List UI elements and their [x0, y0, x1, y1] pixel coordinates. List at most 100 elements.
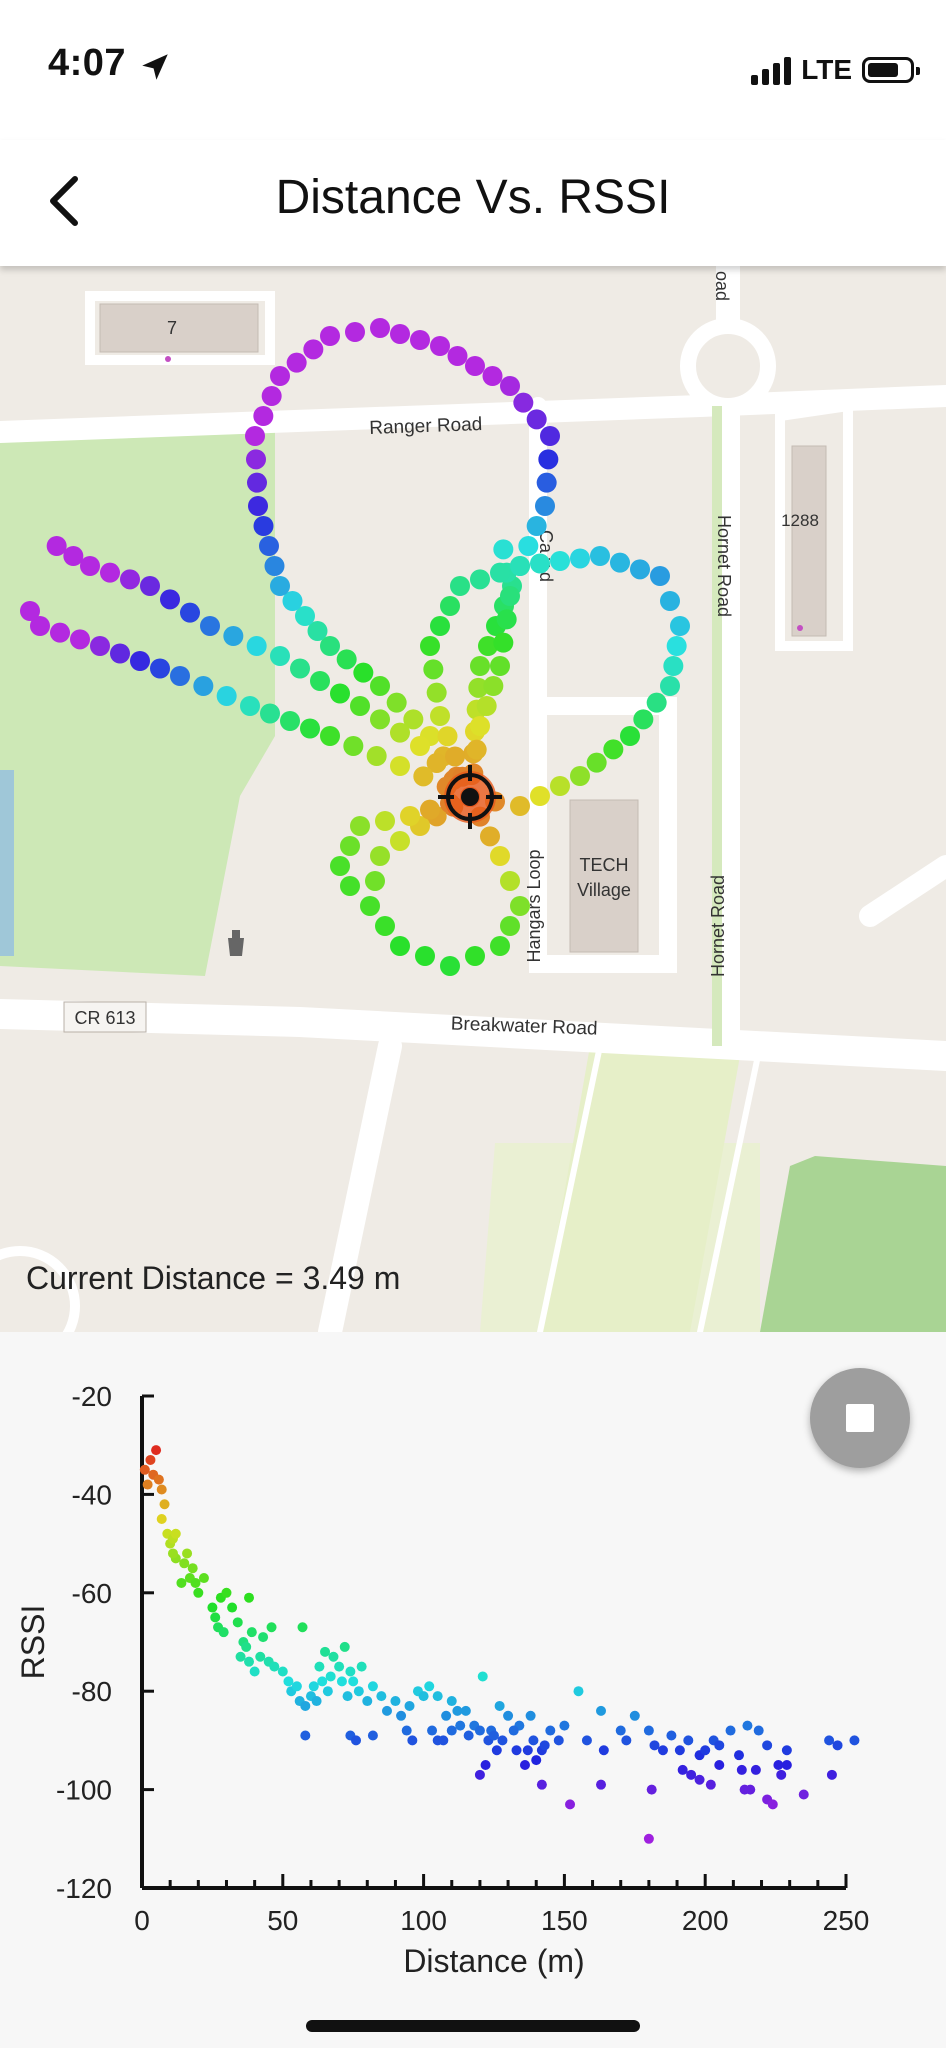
track-point [180, 602, 200, 623]
scatter-point [432, 1691, 443, 1702]
tower-icon [228, 930, 244, 956]
scatter-point [666, 1730, 677, 1741]
map-label-tech-village-2: Village [577, 880, 631, 900]
y-tick-label: -20 [72, 1381, 112, 1412]
track-point [630, 559, 650, 580]
chart-panel: 0 50 100 150 200 250 -20 -40 -60 -80 -100 -120 Dista… [0, 1332, 946, 2048]
scatter-point [736, 1764, 747, 1775]
track-point [420, 799, 440, 820]
status-bar: 4:07 LTE [0, 0, 946, 140]
scatter-point [308, 1681, 319, 1692]
track-point [390, 756, 410, 776]
scatter-point [353, 1686, 364, 1697]
track-point [570, 548, 590, 569]
scatter-point [151, 1445, 162, 1456]
track-point [345, 322, 365, 342]
track-point [290, 658, 310, 679]
track-point [445, 746, 465, 767]
track-point [510, 796, 530, 816]
scatter-point [244, 1656, 255, 1667]
track-point [500, 871, 520, 891]
track-point [50, 622, 70, 643]
scatter-point [193, 1587, 204, 1598]
track-point [610, 552, 630, 573]
scatter-point [159, 1499, 170, 1510]
track-point [510, 556, 530, 576]
track-point [500, 916, 520, 936]
track-point [426, 682, 447, 703]
track-point [526, 516, 547, 536]
scatter-point [427, 1725, 438, 1736]
track-point [490, 656, 510, 676]
scatter-point [235, 1651, 246, 1662]
track-point [390, 831, 410, 851]
track-point [513, 392, 534, 413]
scatter-point [581, 1735, 592, 1746]
track-point [320, 326, 340, 346]
y-tick-label: -120 [56, 1873, 112, 1904]
scatter-point [322, 1686, 333, 1697]
x-tick-label: 100 [400, 1905, 447, 1936]
scatter-point [646, 1784, 657, 1795]
track-point [500, 376, 520, 396]
map-label-hornet-road-1: Hornet Road [714, 515, 734, 617]
scatter-point [396, 1710, 407, 1721]
scatter-point [776, 1769, 787, 1780]
track-point [490, 936, 510, 956]
track-point [270, 576, 290, 596]
track-point [496, 609, 517, 630]
scatter-point [297, 1622, 308, 1633]
track-point [666, 636, 687, 656]
scatter-point [528, 1735, 539, 1746]
location-arrow-icon [142, 54, 168, 80]
scatter-point [781, 1745, 792, 1756]
current-distance-label: Current Distance = 3.49 m [26, 1260, 401, 1296]
scatter-point [714, 1760, 725, 1770]
scatter-point [182, 1548, 193, 1559]
track-point [350, 696, 370, 716]
track-point [280, 711, 300, 731]
stop-button[interactable] [810, 1368, 910, 1468]
scatter-point [418, 1691, 429, 1702]
track-point [650, 566, 670, 586]
track-point [663, 656, 684, 676]
scatter-point [404, 1700, 415, 1711]
scatter-point [142, 1479, 153, 1490]
track-point [483, 676, 504, 696]
track-point [375, 916, 395, 936]
track-point [370, 676, 390, 696]
scatter-point [519, 1760, 530, 1770]
scatter-point [629, 1710, 640, 1721]
track-point [586, 752, 607, 773]
scatter-point [832, 1740, 843, 1751]
scatter-point [531, 1755, 542, 1766]
track-point [259, 536, 279, 556]
scatter-point [745, 1784, 756, 1795]
track-point [286, 352, 307, 373]
scatter-point [356, 1661, 367, 1672]
status-indicators: LTE [751, 50, 920, 90]
scatter-point [376, 1691, 387, 1702]
track-point [530, 786, 550, 806]
y-axis-label: RSSI [15, 1605, 51, 1680]
track-point [415, 946, 435, 966]
track-point [470, 716, 490, 736]
track-point [370, 709, 390, 730]
track-point [20, 601, 40, 621]
scatter-point [156, 1514, 167, 1524]
x-tick-label: 0 [134, 1905, 150, 1936]
map-view[interactable]: 7 Ranger Road 1288 TECH Village Breakwat… [0, 266, 946, 1332]
scatter-point [750, 1764, 761, 1775]
scatter-point [367, 1681, 378, 1692]
scatter-point [553, 1735, 564, 1746]
track-point [360, 896, 380, 916]
scatter-point [463, 1730, 474, 1741]
scatter-point [596, 1779, 607, 1790]
scatter-point [494, 1700, 505, 1711]
track-point [80, 556, 100, 576]
track-point [493, 632, 514, 653]
track-point [430, 706, 450, 726]
scatter-point [474, 1769, 485, 1780]
track-point [420, 636, 440, 656]
scatter-point [753, 1725, 764, 1736]
